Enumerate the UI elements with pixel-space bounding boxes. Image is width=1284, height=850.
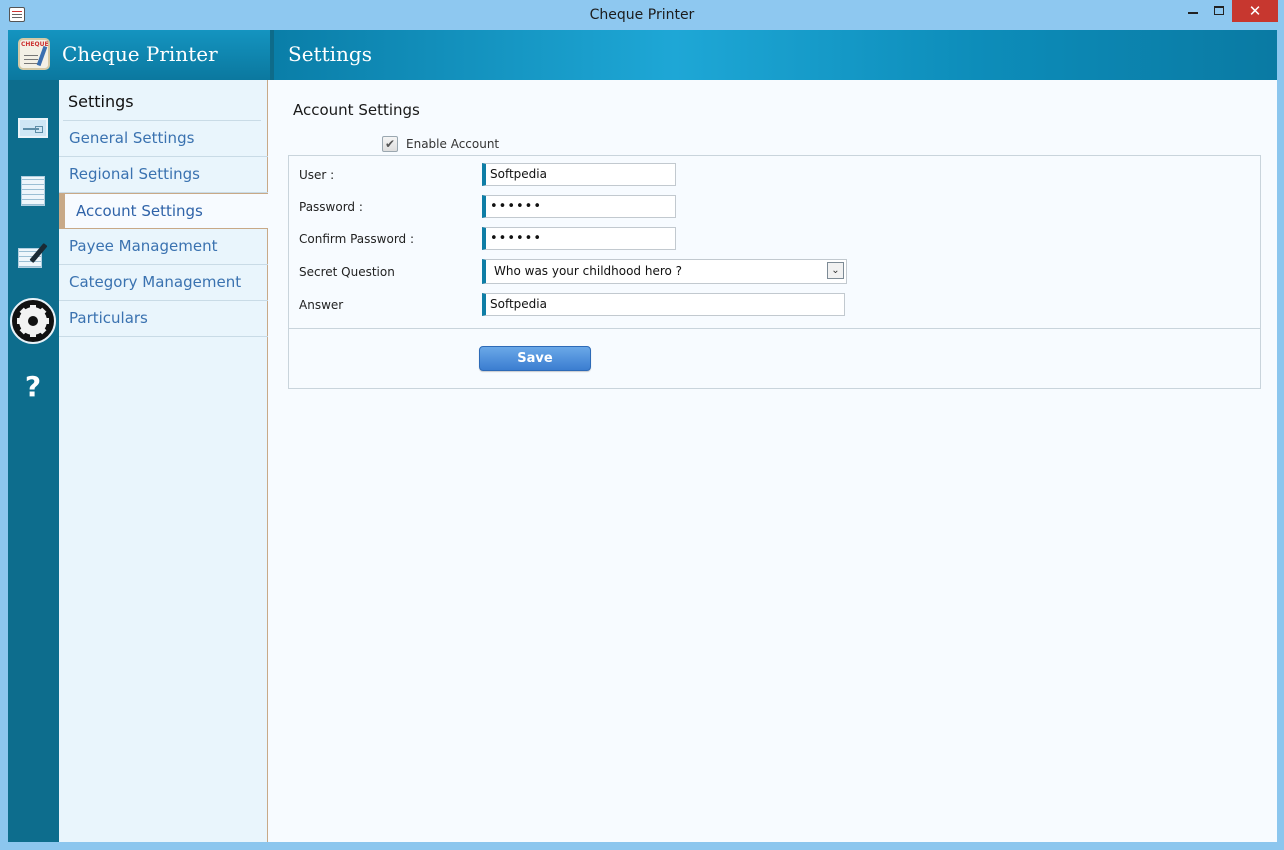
minimize-icon bbox=[1188, 11, 1198, 14]
maximize-icon bbox=[1214, 6, 1224, 15]
report-icon[interactable] bbox=[16, 176, 50, 210]
secret-question-select[interactable]: Who was your childhood hero ? ⌄ bbox=[482, 259, 847, 284]
cheque-icon[interactable] bbox=[16, 113, 50, 147]
password-label: Password : bbox=[299, 200, 363, 214]
enable-account-label[interactable]: Enable Account bbox=[406, 137, 499, 151]
nav-list: General Settings Regional Settings Accou… bbox=[59, 121, 269, 337]
window-title: Cheque Printer bbox=[589, 7, 695, 23]
nav-heading: Settings bbox=[68, 92, 134, 111]
account-form: User : Softpedia Password : •••••• Confi… bbox=[288, 155, 1261, 389]
edit-icon[interactable] bbox=[16, 240, 50, 274]
nav-item-category-management[interactable]: Category Management bbox=[59, 265, 268, 301]
save-button[interactable]: Save bbox=[479, 346, 591, 371]
confirm-password-label: Confirm Password : bbox=[299, 232, 415, 246]
answer-input[interactable]: Softpedia bbox=[482, 293, 845, 316]
window-titlebar: Cheque Printer ✕ bbox=[0, 0, 1284, 30]
section-title: Account Settings bbox=[293, 101, 420, 119]
answer-label: Answer bbox=[299, 298, 344, 312]
nav-item-account-settings[interactable]: Account Settings bbox=[59, 193, 269, 229]
password-input[interactable]: •••••• bbox=[482, 195, 676, 218]
gear-icon[interactable] bbox=[10, 298, 56, 344]
enable-account-checkbox[interactable]: ✔ bbox=[382, 136, 398, 152]
maximize-button[interactable] bbox=[1206, 0, 1232, 22]
page-header: Settings bbox=[274, 30, 1277, 80]
nav-item-general-settings[interactable]: General Settings bbox=[59, 121, 268, 157]
cheque-logo-icon: CHEQUE bbox=[18, 38, 50, 70]
main-content: Account Settings ✔ Enable Account User :… bbox=[268, 80, 1277, 842]
user-label: User : bbox=[299, 168, 335, 182]
user-input[interactable]: Softpedia bbox=[482, 163, 676, 186]
close-button[interactable]: ✕ bbox=[1232, 0, 1278, 22]
app-name: Cheque Printer bbox=[62, 42, 218, 66]
form-divider bbox=[289, 328, 1260, 329]
secret-question-value: Who was your childhood hero ? bbox=[494, 264, 683, 278]
chevron-down-icon[interactable]: ⌄ bbox=[827, 262, 844, 279]
page-title: Settings bbox=[288, 42, 372, 66]
help-icon[interactable]: ? bbox=[16, 370, 50, 404]
nav-item-regional-settings[interactable]: Regional Settings bbox=[59, 157, 268, 193]
confirm-password-input[interactable]: •••••• bbox=[482, 227, 676, 250]
close-icon: ✕ bbox=[1248, 2, 1262, 20]
minimize-button[interactable] bbox=[1180, 0, 1206, 22]
nav-item-particulars[interactable]: Particulars bbox=[59, 301, 268, 337]
secret-question-label: Secret Question bbox=[299, 265, 395, 279]
app-client-area: CHEQUE Cheque Printer Settings ? Setting… bbox=[8, 30, 1277, 842]
left-rail: ? bbox=[8, 80, 59, 842]
nav-item-payee-management[interactable]: Payee Management bbox=[59, 229, 268, 265]
app-logo-bar: CHEQUE Cheque Printer bbox=[8, 30, 270, 80]
settings-nav: Settings General Settings Regional Setti… bbox=[59, 80, 269, 842]
